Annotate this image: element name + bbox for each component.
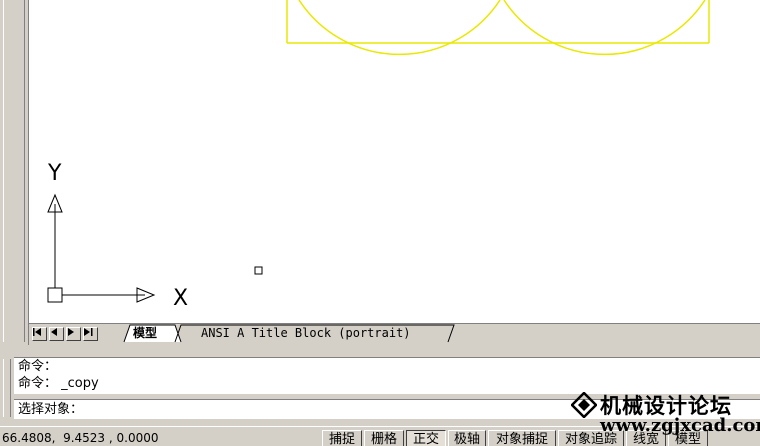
ucs-y-label: Y bbox=[47, 161, 62, 186]
vertical-scrollbar[interactable] bbox=[3, 0, 25, 342]
tab-layout-ansi-a[interactable]: ANSI A Title Block (portrait) bbox=[201, 324, 411, 343]
pickbox-cursor bbox=[254, 266, 263, 275]
ortho-toggle[interactable]: 正交 bbox=[406, 430, 446, 446]
left-toolbar-panel bbox=[0, 0, 29, 345]
ucs-icon bbox=[47, 193, 156, 303]
coordinate-readout: 66.4808, 9.4523 , 0.0000 bbox=[2, 431, 159, 445]
snap-toggle[interactable]: 捕捉 bbox=[322, 430, 362, 446]
drawing-canvas[interactable]: Y X bbox=[29, 0, 760, 323]
ucs-origin-box bbox=[47, 287, 63, 303]
command-prompt-text: 选择对象： bbox=[18, 402, 84, 417]
forum-logo-icon bbox=[571, 392, 597, 418]
command-history-line: 命令： _copy bbox=[18, 376, 99, 391]
layout-tab-bar: 模型 ANSI A Title Block (portrait) bbox=[29, 323, 760, 344]
command-history: 命令： 命令： _copy bbox=[14, 357, 760, 394]
grid-toggle[interactable]: 栅格 bbox=[364, 430, 404, 446]
drawing-svg: Y X bbox=[47, 0, 710, 311]
yellow-geometry bbox=[286, 0, 710, 56]
polar-toggle[interactable]: 极轴 bbox=[448, 430, 486, 446]
watermark-url: www.zgjxcad.com bbox=[600, 415, 760, 436]
command-history-line: 命令： bbox=[18, 359, 58, 374]
circle-arc-right bbox=[503, 0, 706, 56]
ucs-x-label: X bbox=[173, 286, 188, 311]
autocad-window: Y X 模型 ANSI A Title Block (portrait) 命令：… bbox=[0, 0, 760, 446]
tab-model[interactable]: 模型 bbox=[133, 324, 157, 343]
osnap-toggle[interactable]: 对象捕捉 bbox=[488, 430, 556, 446]
circle-arc-left bbox=[298, 0, 501, 56]
